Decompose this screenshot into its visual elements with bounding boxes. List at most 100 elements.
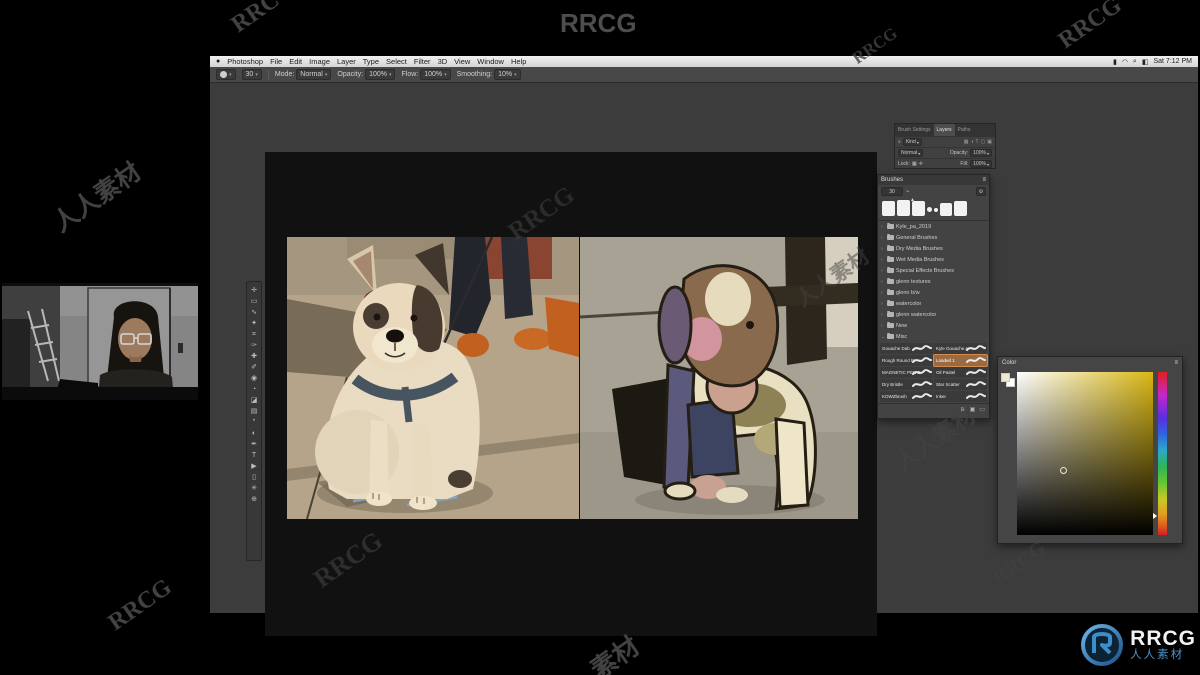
gradient-tool[interactable]: ▤ <box>247 406 261 417</box>
menu-photoshop[interactable]: Photoshop <box>227 57 263 66</box>
brush-tip-thumb[interactable] <box>940 203 952 216</box>
zoom-tool[interactable]: ⊕ <box>247 494 261 505</box>
brush-folder-item[interactable]: › New <box>878 320 989 331</box>
menu-type[interactable]: Type <box>363 57 379 66</box>
brush-folder-item[interactable]: › Kyle_pa_2019 <box>878 221 989 232</box>
saturation-brightness-field[interactable] <box>1017 372 1153 535</box>
filter-smart-icon[interactable]: ▣ <box>987 139 992 145</box>
menu-edit[interactable]: Edit <box>289 57 302 66</box>
filter-shape-icon[interactable]: ▢ <box>981 139 986 145</box>
brush-item[interactable]: Dry Bristle <box>880 379 933 390</box>
clone-stamp-tool[interactable]: ◉ <box>247 373 261 384</box>
marquee-tool[interactable]: ▭ <box>247 296 261 307</box>
filter-adjustment-icon[interactable]: ◑ <box>970 139 973 145</box>
path-selection-tool[interactable]: ▶ <box>247 461 261 472</box>
opacity-select[interactable]: 100% ▾ <box>365 69 396 80</box>
brush-folder-item[interactable]: › glenn textures <box>878 276 989 287</box>
panel-menu-icon[interactable]: ≡ <box>1174 360 1178 366</box>
panel-menu-icon[interactable]: ≡ <box>982 177 986 183</box>
lasso-tool[interactable]: ∿ <box>247 307 261 318</box>
tab-layers[interactable]: Layers <box>933 124 955 136</box>
quick-selection-tool[interactable]: ✦ <box>247 318 261 329</box>
brush-item[interactable]: Rough Round Br <box>880 355 933 366</box>
tab-brush-settings[interactable]: Brush Settings <box>895 124 934 136</box>
history-brush-tool[interactable]: ◔ <box>247 384 261 395</box>
filter-pixel-icon[interactable]: ▦ <box>964 139 969 145</box>
menu-image[interactable]: Image <box>309 57 330 66</box>
menu-filter[interactable]: Filter <box>414 57 431 66</box>
brush-folder-item[interactable]: › Special Effects Brushes <box>878 265 989 276</box>
brush-tip-thumb[interactable] <box>954 201 967 216</box>
brush-folder-item[interactable]: › General Brushes <box>878 232 989 243</box>
color-picker-cursor[interactable] <box>1060 467 1067 474</box>
brush-tool[interactable]: ✐ <box>247 362 261 373</box>
eraser-tool[interactable]: ◪ <box>247 395 261 406</box>
crop-tool[interactable]: ⌗ <box>247 329 261 340</box>
layers-opacity-value[interactable]: 100% ▾ <box>970 149 992 157</box>
brush-folder-item[interactable]: › glenn b/w <box>878 287 989 298</box>
brush-item[interactable]: KOWZbrush <box>880 391 933 402</box>
hue-slider[interactable] <box>1158 372 1167 535</box>
brush-tip-thumb[interactable] <box>882 201 895 216</box>
brush-settings-icon[interactable]: ⚙ <box>976 187 986 196</box>
filter-type-icon[interactable]: T <box>975 139 978 145</box>
brush-angle-icon: ⌁ <box>906 189 910 195</box>
lock-transparency-icon[interactable]: ▦ <box>912 161 917 167</box>
brush-item[interactable]: MAGNETIC PEN 2 <box>880 367 933 378</box>
brush-tip-thumb[interactable] <box>934 208 938 212</box>
brush-item[interactable]: Oil Pastel <box>934 367 987 378</box>
brush-item[interactable]: Gouache Dab <box>880 343 933 354</box>
brush-folder-item[interactable]: ⌄ Misc <box>878 331 989 342</box>
menu-select[interactable]: Select <box>386 57 407 66</box>
blend-mode-dropdown[interactable]: Normal ▾ <box>898 149 924 157</box>
smoothing-select[interactable]: 10% ▾ <box>494 69 521 80</box>
type-tool[interactable]: T <box>247 450 261 461</box>
brush-folder-item[interactable]: › watercolor <box>878 298 989 309</box>
menu-view[interactable]: View <box>454 57 470 66</box>
apple-menu-icon[interactable]: ● <box>216 58 220 65</box>
brush-folder-item[interactable]: › Wet Media Brushes <box>878 254 989 265</box>
flow-select[interactable]: 100% ▾ <box>420 69 451 80</box>
brush-size-input[interactable]: 30 <box>881 187 903 196</box>
shape-tool[interactable]: ▯ <box>247 472 261 483</box>
move-tool[interactable]: ✛ <box>247 285 261 296</box>
menu-bar-clock[interactable]: Sat 7:12 PM <box>1153 58 1192 65</box>
brush-tip-thumb[interactable] <box>912 201 925 216</box>
smudge-tool[interactable]: ❜ <box>247 417 261 428</box>
delete-brush-icon[interactable]: ▭ <box>979 406 985 413</box>
brush-folder-item[interactable]: › glenn watercolor <box>878 309 989 320</box>
filter-kind-select[interactable]: Kind ▾ <box>902 138 922 146</box>
brush-item[interactable]: Star Scatter <box>934 379 987 390</box>
menu-file[interactable]: File <box>270 57 282 66</box>
new-folder-icon[interactable]: ⊞ <box>961 406 966 413</box>
document-canvas[interactable] <box>265 152 877 636</box>
new-brush-icon[interactable]: ▣ <box>970 406 976 413</box>
tab-paths[interactable]: Paths <box>955 124 974 136</box>
brush-item[interactable]: Kyle Gouache A <box>934 343 987 354</box>
spotlight-icon[interactable]: ⌕ <box>1133 58 1137 66</box>
menu-window[interactable]: Window <box>477 57 504 66</box>
brush-folder-item[interactable]: › Dry Media Brushes <box>878 243 989 254</box>
control-center-icon[interactable]: ◧ <box>1142 58 1149 66</box>
blend-mode-select[interactable]: Normal ▾ <box>296 69 332 80</box>
layers-fill-value[interactable]: 100% ▾ <box>970 160 992 168</box>
brush-item[interactable]: Loaded 1 <box>933 354 988 367</box>
lock-position-icon[interactable]: ✛ <box>919 161 923 167</box>
brush-item[interactable]: Inker <box>934 391 987 402</box>
tool-preset-picker[interactable]: ▾ <box>216 69 236 80</box>
folder-icon <box>887 244 894 251</box>
brush-size-picker[interactable]: 30 ▾ <box>241 69 262 80</box>
menu-layer[interactable]: Layer <box>337 57 356 66</box>
healing-brush-tool[interactable]: ✚ <box>247 351 261 362</box>
dodge-tool[interactable]: ◐ <box>247 428 261 439</box>
eyedropper-tool[interactable]: ✑ <box>247 340 261 351</box>
foreground-color-swatch[interactable] <box>1001 373 1010 382</box>
foreground-background-swatches[interactable] <box>1001 373 1015 387</box>
hand-tool[interactable]: ✳ <box>247 483 261 494</box>
menu-help[interactable]: Help <box>511 57 526 66</box>
hue-slider-marker[interactable] <box>1153 513 1157 519</box>
pen-tool[interactable]: ✒ <box>247 439 261 450</box>
brush-tip-thumb[interactable] <box>897 200 910 216</box>
brush-tip-thumb[interactable] <box>927 207 932 212</box>
menu-3d[interactable]: 3D <box>438 57 448 66</box>
